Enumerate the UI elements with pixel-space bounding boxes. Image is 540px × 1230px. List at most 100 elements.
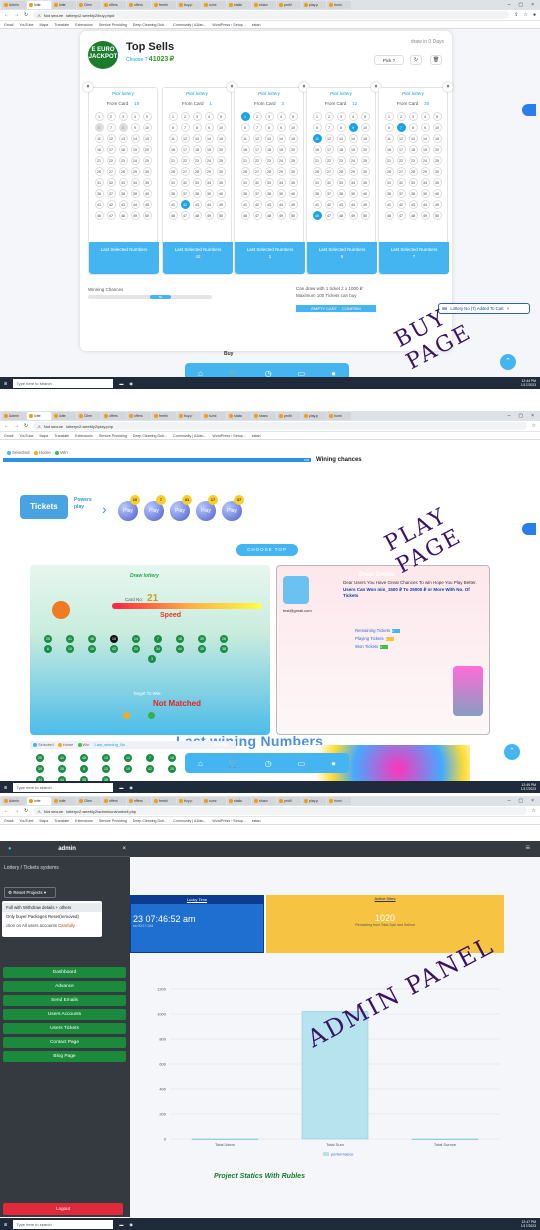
number-ball[interactable]: 16 (94, 145, 104, 154)
number-ball[interactable]: 4 (130, 112, 140, 121)
sidebar-button[interactable]: Users Tickets (3, 1023, 126, 1034)
back-icon[interactable]: ← (4, 423, 9, 429)
number-ball[interactable]: 1 (384, 112, 394, 121)
bookmark-item[interactable]: Translate (54, 434, 69, 438)
number-ball[interactable]: 40 (288, 189, 298, 198)
number-ball[interactable]: 32 (106, 178, 116, 187)
number-ball[interactable]: 30 (432, 167, 442, 176)
number-ball[interactable]: 12 (396, 134, 406, 143)
number-ball[interactable]: 47 (324, 211, 334, 220)
number-ball[interactable]: 10 (432, 123, 442, 132)
minimize-icon[interactable]: – (508, 2, 511, 8)
number-ball[interactable]: 18 (264, 145, 274, 154)
number-ball[interactable]: 26 (94, 167, 104, 176)
number-ball[interactable]: 43 (408, 200, 418, 209)
number-ball[interactable]: 45 (432, 200, 442, 209)
bookmark-item[interactable]: Translate (54, 23, 69, 27)
user-icon[interactable]: ● (331, 759, 336, 768)
number-ball[interactable]: 33 (408, 178, 418, 187)
number-ball[interactable]: 45 (360, 200, 370, 209)
number-ball[interactable]: 9 (130, 123, 140, 132)
browser-tab[interactable]: homi (327, 412, 351, 420)
url-field[interactable]: ⚠ Not secure lotteryv2.weebly2/buy.php# (33, 11, 510, 19)
number-ball[interactable]: 14 (204, 134, 214, 143)
bookmark-item[interactable]: YouTube (19, 434, 33, 438)
scroll-top-button[interactable]: ⌃ (500, 354, 516, 370)
maximize-icon[interactable]: ▢ (518, 798, 523, 804)
number-ball[interactable]: 1 (168, 112, 178, 121)
profile-icon[interactable]: ● (533, 12, 536, 18)
number-ball[interactable]: 28 (408, 167, 418, 176)
browser-tab[interactable]: profil (277, 1, 301, 9)
browser-tab[interactable]: sumi (202, 1, 226, 9)
number-ball[interactable]: 30 (216, 167, 226, 176)
number-ball[interactable]: 8 (336, 123, 346, 132)
number-ball[interactable]: 6 (168, 123, 178, 132)
bookmark-item[interactable]: Community | A1fan... (173, 819, 206, 823)
number-ball[interactable]: 23 (264, 156, 274, 165)
chrome-icon[interactable]: ◉ (129, 381, 133, 386)
bookmark-item[interactable]: YouTube (19, 819, 33, 823)
power-ball[interactable]: Play 10 (118, 495, 140, 521)
bookmark-item[interactable]: Gmail (4, 434, 13, 438)
number-ball[interactable]: 15 (216, 134, 226, 143)
number-ball[interactable]: 31 (384, 178, 394, 187)
star-icon[interactable]: ☆ (532, 423, 536, 429)
number-ball[interactable]: 38 (192, 189, 202, 198)
close-window-icon[interactable]: × (531, 798, 534, 804)
number-ball[interactable]: 22 (252, 156, 262, 165)
number-ball[interactable]: 39 (348, 189, 358, 198)
number-ball[interactable]: 14 (348, 134, 358, 143)
browser-tab[interactable]: offers (102, 797, 126, 805)
bookmark-item[interactable]: Extensions (75, 819, 93, 823)
bookmark-item[interactable]: WordPress › Setup... (212, 23, 245, 27)
number-ball[interactable]: 9 (276, 123, 286, 132)
number-ball[interactable]: 21 (168, 156, 178, 165)
number-ball[interactable]: 47 (396, 211, 406, 220)
number-ball[interactable]: 43 (192, 200, 202, 209)
bookmark-item[interactable]: Deep Cleaning Dub... (133, 819, 167, 823)
power-ball[interactable]: Play 17 (196, 495, 218, 521)
number-ball[interactable]: 49 (420, 211, 430, 220)
number-ball[interactable]: 31 (312, 178, 322, 187)
browser-tab[interactable]: static (227, 412, 251, 420)
number-ball[interactable]: 21 (240, 156, 250, 165)
menu-item-full[interactable]: Full with Withdraw details + others (2, 903, 102, 912)
browser-tab[interactable]: Clien (77, 1, 101, 9)
number-ball[interactable]: 45 (142, 200, 152, 209)
number-ball[interactable]: 34 (348, 178, 358, 187)
number-ball[interactable]: 34 (276, 178, 286, 187)
number-ball[interactable]: 10 (288, 123, 298, 132)
number-ball[interactable]: 50 (360, 211, 370, 220)
browser-tab[interactable]: homi (327, 797, 351, 805)
bookmark-item[interactable]: Extensions (75, 23, 93, 27)
number-ball[interactable]: 10 (360, 123, 370, 132)
number-ball[interactable]: 42 (396, 200, 406, 209)
number-ball[interactable]: 48 (118, 211, 128, 220)
number-ball[interactable]: 40 (432, 189, 442, 198)
browser-tab[interactable]: play.p (302, 1, 326, 9)
taskbar-search[interactable]: Type here to search (13, 1219, 114, 1229)
number-ball[interactable]: 8 (264, 123, 274, 132)
number-ball[interactable]: 22 (180, 156, 190, 165)
number-ball[interactable]: 23 (118, 156, 128, 165)
number-ball[interactable]: 7 (106, 123, 116, 132)
number-ball[interactable]: 25 (288, 156, 298, 165)
forward-icon[interactable]: → (14, 12, 19, 18)
number-ball[interactable]: 45 (216, 200, 226, 209)
number-ball[interactable]: 43 (336, 200, 346, 209)
number-ball[interactable]: 10 (216, 123, 226, 132)
chrome-icon[interactable]: ◉ (129, 785, 133, 790)
number-ball[interactable]: 41 (240, 200, 250, 209)
number-ball[interactable]: 50 (288, 211, 298, 220)
bookmark-item[interactable]: Maps (40, 819, 49, 823)
number-ball[interactable]: 31 (168, 178, 178, 187)
browser-tab[interactable]: sumi (202, 797, 226, 805)
reload-icon[interactable]: ↻ (24, 12, 28, 18)
browser-tab[interactable]: offers (102, 1, 126, 9)
number-ball[interactable]: 19 (204, 145, 214, 154)
number-ball[interactable]: 28 (264, 167, 274, 176)
number-ball[interactable]: 16 (312, 145, 322, 154)
number-ball[interactable]: 6 (240, 123, 250, 132)
number-ball[interactable]: 48 (264, 211, 274, 220)
